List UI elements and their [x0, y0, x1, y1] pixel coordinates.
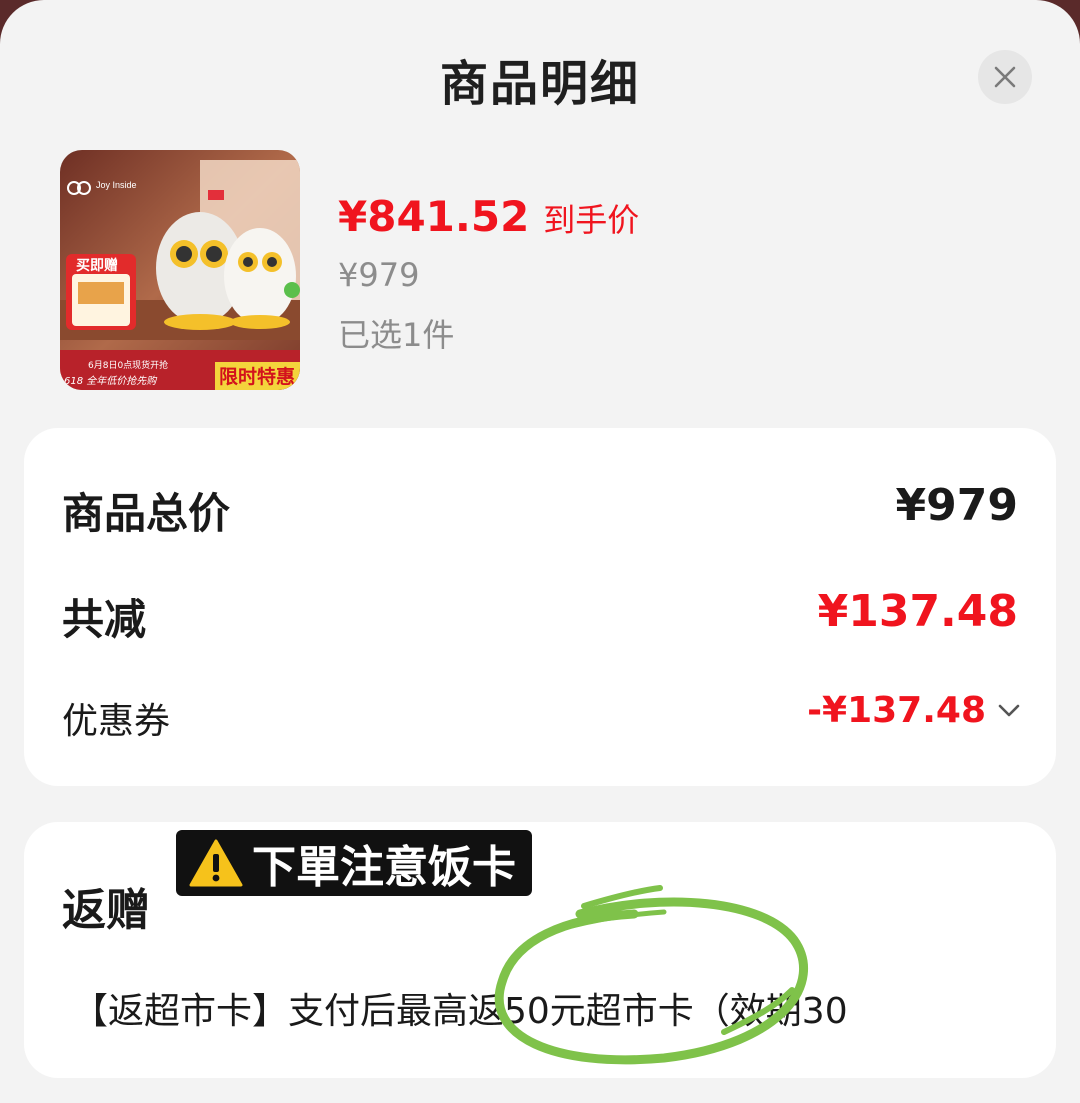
gift-title: 返赠: [62, 885, 150, 936]
final-price-label: 到手价: [543, 201, 640, 239]
final-price: ¥841.52: [338, 192, 530, 241]
gift-description: 【返超市卡】支付后最高返50元超市卡（效期30: [72, 991, 848, 1032]
product-image[interactable]: Joy Inside 买即赠 6月8日0点现货开抢 618 全年低价抢先购 限时…: [60, 150, 300, 390]
discount-label: 共减: [62, 595, 147, 644]
date-badge-text: 6月8日0点现货开抢: [88, 359, 168, 371]
limited-badge-text: 限时特惠: [219, 366, 295, 388]
total-price-value: ¥979: [895, 480, 1018, 531]
warning-sticker-text: 下單注意饭卡: [252, 842, 516, 893]
product-brand-text: Joy Inside: [96, 180, 137, 190]
final-price-row: ¥841.52 到手价: [338, 192, 639, 241]
discount-value: ¥137.48: [817, 586, 1018, 637]
chevron-down-icon: [998, 704, 1020, 716]
sheet-title: 商品明细: [439, 56, 640, 112]
warning-icon: [189, 839, 243, 887]
original-price: ¥979: [338, 256, 420, 294]
close-icon: [994, 66, 1016, 88]
warning-sticker: 下單注意饭卡: [176, 830, 532, 896]
coupon-value: -¥137.48: [807, 690, 986, 731]
promo-badge-text: 618 全年低价抢先购: [64, 375, 158, 387]
selected-count: 已选1件: [338, 316, 455, 354]
coupon-toggle[interactable]: -¥137.48: [807, 690, 1020, 731]
gift-badge-text: 买即赠: [76, 257, 118, 274]
gift-card: 返赠 下單注意饭卡 【返超市卡】支付后最高返50元超市卡（效期30: [24, 822, 1056, 1078]
product-detail-sheet: 商品明细 Joy Inside 买即赠 6月8日0点现货开抢 618 全年低价抢…: [0, 0, 1080, 1103]
close-button[interactable]: [978, 50, 1032, 104]
total-price-label: 商品总价: [62, 489, 231, 538]
price-summary-card: 商品总价 ¥979 共减 ¥137.48 优惠券 -¥137.48: [24, 428, 1056, 786]
coupon-label: 优惠券: [62, 701, 171, 742]
